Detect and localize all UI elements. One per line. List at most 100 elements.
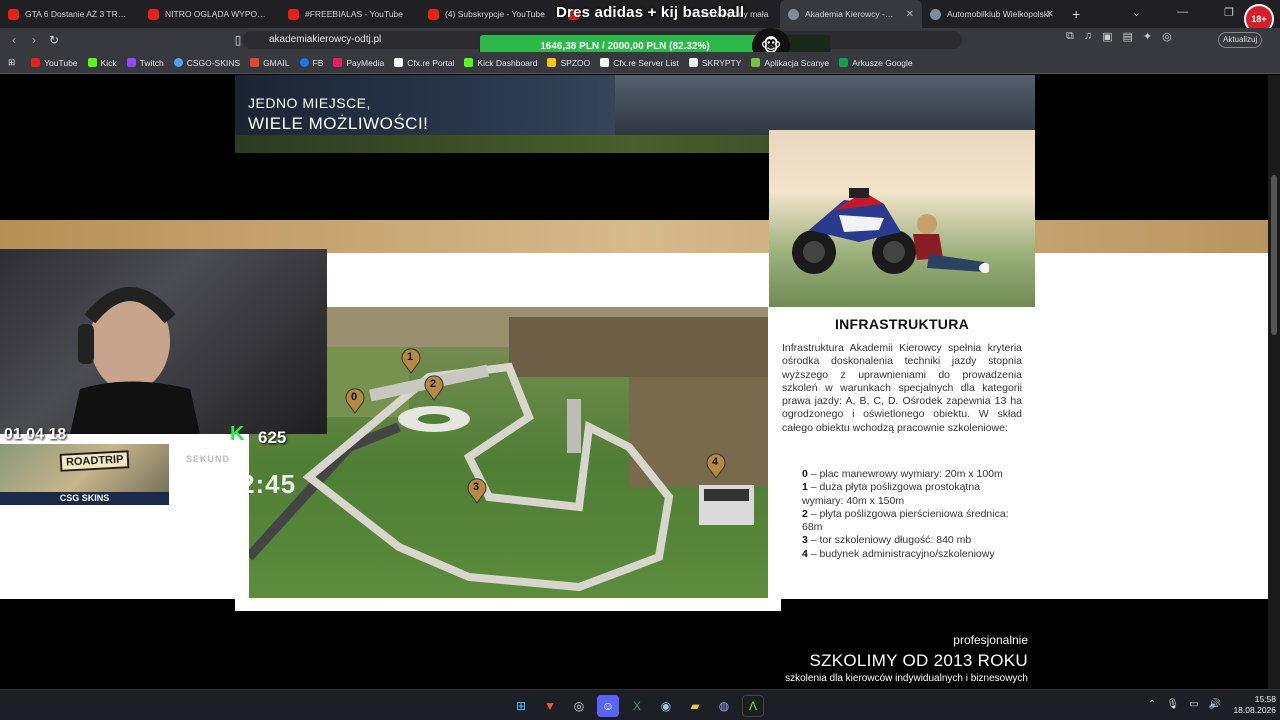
kick-icon: K — [230, 423, 245, 445]
bookmark-cfx-portal[interactable]: Cfx.re Portal — [394, 58, 454, 68]
app-icon[interactable]: ◍ — [713, 695, 735, 717]
stream-counter: 967 12:45 — [170, 469, 297, 499]
extensions-icon[interactable]: ⧉ — [1066, 30, 1074, 43]
apps-grid-icon[interactable]: ⊞ — [8, 57, 15, 68]
windows-taskbar: ⊞ ▼ ◎ ☺ X ◉ ▰ ◍ Λ ⌃ 🎙 ▭ 🔊 15:58 18.08.20… — [0, 689, 1280, 720]
viewer-count: 625 — [258, 428, 287, 447]
map-pin-3: 3 — [466, 478, 488, 504]
roadtrip-label: ROADTRIP — [59, 450, 130, 472]
toolbar-icons: ⧉ ♫ ▣ ▤ ✦ ◎ — [1066, 30, 1172, 43]
bookmark-csgo-skins[interactable]: CSGO-SKINS — [173, 58, 240, 68]
stream-goal-title: Dres adidas + kij baseball — [556, 4, 745, 21]
map-pin-4: 4 — [705, 453, 727, 479]
folder-icon — [688, 58, 698, 67]
paymedia-icon — [333, 58, 343, 67]
stream-date: 01 04 18 — [4, 426, 67, 443]
bookmark-scanye[interactable]: Aplikacja Scanye — [751, 58, 829, 68]
bookmark-skrypty[interactable]: SKRYPTY — [688, 58, 741, 68]
taskbar-clock[interactable]: 15:58 18.08.2026 — [1222, 694, 1276, 716]
brave-browser-icon[interactable]: ▼ — [539, 695, 561, 717]
minimize-icon[interactable]: — — [1177, 6, 1188, 19]
map-pin-label: 4 — [712, 456, 719, 468]
tab-3[interactable]: #FREEBIALAS - YouTube — [280, 0, 420, 28]
media-icon[interactable]: ♫ — [1084, 30, 1092, 43]
kick-icon — [464, 58, 474, 67]
scanye-icon — [751, 58, 761, 67]
sidebar-icon[interactable]: ▣ — [1102, 30, 1112, 43]
url-text[interactable]: akademiakierowcy-odtj.pl — [269, 34, 381, 45]
bookmark-fb[interactable]: FB — [299, 58, 323, 68]
bookmark-spzoo[interactable]: SPZOO — [547, 58, 590, 68]
chrome-icon[interactable]: ◎ — [568, 695, 590, 717]
folder-icon — [547, 58, 557, 67]
kick-studio-icon[interactable]: Λ — [742, 695, 764, 717]
youtube-icon — [8, 8, 19, 20]
reload-icon[interactable]: ↻ — [44, 33, 64, 47]
bookmark-kick[interactable]: Kick — [87, 58, 117, 68]
bookmark-twitch[interactable]: Twitch — [126, 58, 164, 68]
csgo-skins-icon — [173, 58, 183, 67]
new-tab-button[interactable]: + — [1072, 6, 1080, 22]
windows-start-icon[interactable]: ⊞ — [510, 695, 532, 717]
roadtrip-banner: ROADTRIP CSG SKINS — [0, 444, 169, 505]
globe-icon — [930, 8, 941, 20]
bookmark-cfx-server-list[interactable]: Cfx.re Server List — [600, 58, 679, 68]
infrastructure-description: Infrastruktura Akademii Kierowcy spełnia… — [782, 342, 1022, 434]
map-pin-2: 2 — [423, 375, 445, 401]
youtube-icon — [428, 8, 439, 20]
tab-active-akademia[interactable]: Akademia Kierowcy - Oś ✕ — [780, 0, 922, 28]
bookmarks-bar: ⊞ YouTube Kick Twitch CSGO-SKINS GMAIL F… — [0, 52, 1280, 74]
sheets-icon — [839, 58, 849, 67]
building-shape — [615, 75, 1035, 135]
bookmark-gmail[interactable]: GMAIL — [250, 58, 290, 68]
back-icon[interactable]: ‹ — [4, 33, 24, 47]
steam-icon[interactable]: ◉ — [655, 695, 677, 717]
file-explorer-icon[interactable]: ▰ — [684, 695, 706, 717]
display-icon[interactable]: ▭ — [1189, 699, 1198, 710]
map-frame-footer — [235, 599, 781, 611]
streamer-silhouette — [70, 287, 200, 434]
hero-line-2: WIELE MOŻLIWOŚCI! — [248, 114, 429, 133]
bookmark-paymedia[interactable]: PayMedia — [333, 58, 384, 68]
twitch-icon — [126, 58, 136, 67]
volume-icon[interactable]: 🔊 — [1209, 699, 1221, 710]
tab-4[interactable]: (4) Subskrypcje - YouTube — [420, 0, 560, 28]
tab-2[interactable]: NITRO OGLĄDA WYPOWIEDŹ — [140, 0, 280, 28]
hero-line-1: JEDNO MIEJSCE, — [248, 95, 371, 111]
bookmark-kick-dashboard[interactable]: Kick Dashboard — [464, 58, 537, 68]
tab-1[interactable]: GTA 6 Dostanie AŻ 3 TRAILER — [0, 0, 140, 28]
tab-8[interactable]: Automobilklub Wielkopolski ✕ — [922, 0, 1062, 28]
bookmark-youtube[interactable]: YouTube — [31, 58, 78, 68]
facebook-icon — [299, 58, 309, 67]
wallet-icon[interactable]: ▤ — [1123, 30, 1133, 43]
microphone-icon[interactable]: 🎙 — [1166, 699, 1179, 710]
bookmark-sheets[interactable]: Arkusze Google — [839, 58, 913, 68]
counter-label: SEKUND — [186, 454, 231, 464]
close-tab-icon[interactable]: ✕ — [1046, 9, 1054, 20]
tab-list-icon[interactable]: ⌄ — [1132, 6, 1141, 19]
web-page: JEDNO MIEJSCE, WIELE MOŻLIWOŚCI! 0 1 2 3… — [0, 75, 1268, 689]
rider-illustration — [913, 214, 989, 273]
list-item: 4 – budynek administracyjno/szkoleniowy — [802, 547, 995, 560]
excel-icon[interactable]: X — [626, 695, 648, 717]
list-item: 3 – tor szkoleniowy długość: 840 mb — [802, 534, 972, 547]
page-scrollbar[interactable] — [1268, 75, 1280, 689]
update-button[interactable]: Aktualizuj — [1218, 32, 1263, 48]
tray-chevron-icon[interactable]: ⌃ — [1148, 699, 1156, 710]
close-tab-icon[interactable]: ✕ — [906, 9, 914, 20]
ai-icon[interactable]: ✦ — [1143, 30, 1152, 43]
kick-icon — [87, 58, 97, 67]
maximize-icon[interactable]: ❐ — [1224, 6, 1234, 19]
map-pin-0: 0 — [344, 388, 366, 414]
forward-icon[interactable]: › — [24, 33, 44, 47]
map-pin-label: 2 — [430, 378, 437, 390]
discord-icon[interactable]: ☺ — [597, 695, 619, 717]
vpn-icon[interactable]: ◎ — [1162, 30, 1172, 43]
footer-subtitle: szkolenia dla kierowców indywidualnych i… — [785, 673, 1028, 684]
globe-icon — [788, 8, 799, 20]
scrollbar-thumb[interactable] — [1271, 175, 1277, 335]
clock-date: 18.08.2026 — [1233, 705, 1276, 715]
footer-pretitle: profesjonalnie — [953, 633, 1028, 647]
list-item: 0 – plac manewrowy wymiary: 20m x 100m — [802, 468, 1003, 480]
motorcycle-photo — [769, 130, 1035, 307]
